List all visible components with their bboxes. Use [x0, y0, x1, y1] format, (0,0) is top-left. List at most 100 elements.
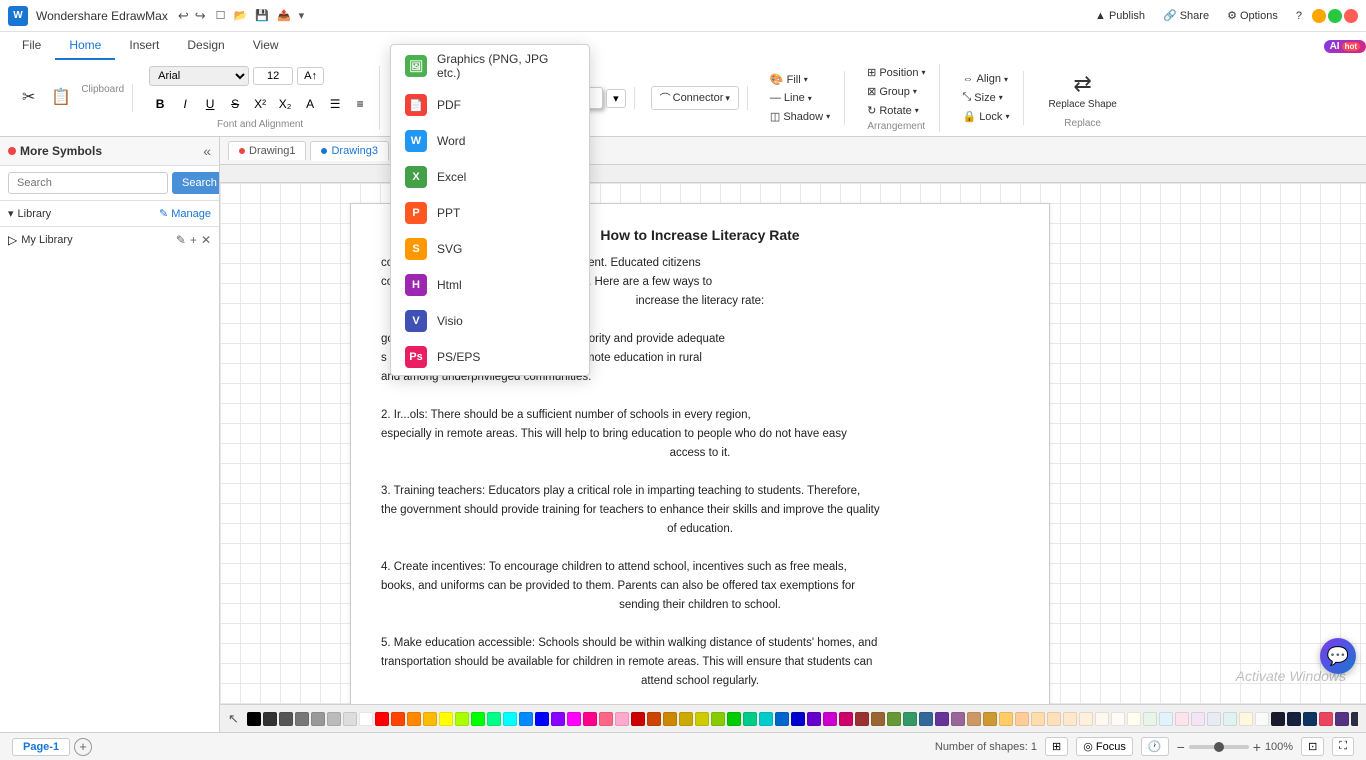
color-swatch[interactable] [743, 712, 757, 726]
color-swatch[interactable] [503, 712, 517, 726]
color-swatch[interactable] [407, 712, 421, 726]
export-html-item[interactable]: HHtml [391, 267, 589, 303]
size-button[interactable]: ⤡ Size ▾ [956, 89, 1008, 106]
grow-font-button[interactable]: A↑ [297, 67, 324, 85]
font-size-input[interactable] [253, 67, 293, 85]
underline-button[interactable]: U [199, 93, 221, 115]
align-group-button[interactable]: ⇔ Align ▾ [956, 71, 1013, 87]
color-swatch[interactable] [471, 712, 485, 726]
color-swatch[interactable] [951, 712, 965, 726]
sidebar-collapse-button[interactable]: « [203, 143, 211, 159]
color-swatch[interactable] [1351, 712, 1358, 726]
color-swatch[interactable] [1047, 712, 1061, 726]
color-swatch[interactable] [1239, 712, 1253, 726]
minimize-button[interactable] [1312, 9, 1326, 23]
open-button[interactable]: 📂 [234, 9, 248, 22]
color-swatch[interactable] [1143, 712, 1157, 726]
export-excel-item[interactable]: XExcel [391, 159, 589, 195]
connector-button[interactable]: ⌒ Connector ▾ [651, 86, 739, 110]
my-library-add-button[interactable]: + [190, 233, 197, 247]
strikethrough-button[interactable]: S [224, 93, 246, 115]
my-library-close-button[interactable]: ✕ [201, 233, 211, 247]
export-visio-item[interactable]: VVisio [391, 303, 589, 339]
color-swatch[interactable] [1255, 712, 1269, 726]
color-swatch[interactable] [567, 712, 581, 726]
color-swatch[interactable] [791, 712, 805, 726]
publish-button[interactable]: ▲ Publish [1087, 7, 1153, 25]
color-swatch[interactable] [519, 712, 533, 726]
color-swatch[interactable] [343, 712, 357, 726]
share-button[interactable]: 🔗 Share [1155, 6, 1217, 25]
color-swatch[interactable] [839, 712, 853, 726]
color-swatch[interactable] [967, 712, 981, 726]
zoom-out-button[interactable]: − [1177, 739, 1185, 755]
page-tab-item[interactable]: Page-1 [12, 738, 70, 756]
color-swatch[interactable] [759, 712, 773, 726]
color-swatch[interactable] [1127, 712, 1141, 726]
color-swatch[interactable] [583, 712, 597, 726]
color-swatch[interactable] [439, 712, 453, 726]
replace-shape-button[interactable]: ⇄ Replace Shape [1040, 67, 1124, 114]
tab-drawing1[interactable]: Drawing1 [228, 141, 306, 160]
manage-button[interactable]: ✎ Manage [159, 207, 211, 220]
group-button[interactable]: ⊠ Group ▾ [861, 83, 923, 100]
zoom-slider[interactable] [1189, 745, 1249, 749]
paste-button[interactable]: 📋 [45, 84, 77, 112]
options-button[interactable]: ⚙ Options [1219, 6, 1286, 25]
color-swatch[interactable] [279, 712, 293, 726]
layers-button[interactable]: ⊞ [1045, 737, 1068, 756]
more-button[interactable]: ▾ [299, 9, 305, 22]
tab-drawing3[interactable]: Drawing3 [310, 141, 388, 161]
color-swatch[interactable] [1191, 712, 1205, 726]
export-svg-item[interactable]: SSVG [391, 231, 589, 267]
maximize-button[interactable] [1328, 9, 1342, 23]
export-word-item[interactable]: WWord [391, 123, 589, 159]
subscript-button[interactable]: X₂ [274, 93, 296, 115]
export-ppt-item[interactable]: PPPT [391, 195, 589, 231]
color-swatch[interactable] [935, 712, 949, 726]
styles-more-btn[interactable]: ▾ [606, 89, 626, 108]
redo-button[interactable]: ↪ [193, 6, 208, 26]
color-swatch[interactable] [295, 712, 309, 726]
color-swatch[interactable] [551, 712, 565, 726]
color-swatch[interactable] [1079, 712, 1093, 726]
export-ps-item[interactable]: PsPS/EPS [391, 339, 589, 375]
add-page-button[interactable]: + [74, 738, 92, 756]
color-swatch[interactable] [871, 712, 885, 726]
superscript-button[interactable]: X² [249, 93, 271, 115]
ai-badge[interactable]: AI hot [1324, 40, 1366, 53]
undo-button[interactable]: ↩ [176, 6, 191, 26]
library-label[interactable]: ▾ Library [8, 207, 51, 220]
list-button[interactable]: ☰ [324, 93, 346, 115]
color-swatch[interactable] [615, 712, 629, 726]
export-pdf-item[interactable]: 📄PDF [391, 87, 589, 123]
tab-file[interactable]: File [8, 32, 55, 60]
new-button[interactable]: ☐ [216, 9, 226, 22]
color-swatch[interactable] [823, 712, 837, 726]
color-swatch[interactable] [599, 712, 613, 726]
color-swatch[interactable] [807, 712, 821, 726]
color-swatch[interactable] [1095, 712, 1109, 726]
color-swatch[interactable] [1319, 712, 1333, 726]
color-swatch[interactable] [1335, 712, 1349, 726]
clear-format-button[interactable]: A [299, 93, 321, 115]
color-swatch[interactable] [903, 712, 917, 726]
color-swatch[interactable] [1223, 712, 1237, 726]
italic-button[interactable]: I [174, 93, 196, 115]
color-swatch[interactable] [1031, 712, 1045, 726]
color-swatch[interactable] [983, 712, 997, 726]
bold-button[interactable]: B [149, 93, 171, 115]
color-swatch[interactable] [1303, 712, 1317, 726]
tab-insert[interactable]: Insert [115, 32, 173, 60]
color-swatch[interactable] [375, 712, 389, 726]
fit-page-button[interactable]: ⊡ [1301, 737, 1324, 756]
color-swatch[interactable] [1015, 712, 1029, 726]
color-tool-arrow[interactable]: ↖ [228, 711, 239, 727]
color-swatch[interactable] [1271, 712, 1285, 726]
color-swatch[interactable] [631, 712, 645, 726]
my-library-label[interactable]: My Library [21, 234, 172, 246]
color-swatch[interactable] [247, 712, 261, 726]
color-swatch[interactable] [679, 712, 693, 726]
color-swatch[interactable] [919, 712, 933, 726]
fill-button[interactable]: 🎨 Fill ▾ [764, 71, 814, 88]
